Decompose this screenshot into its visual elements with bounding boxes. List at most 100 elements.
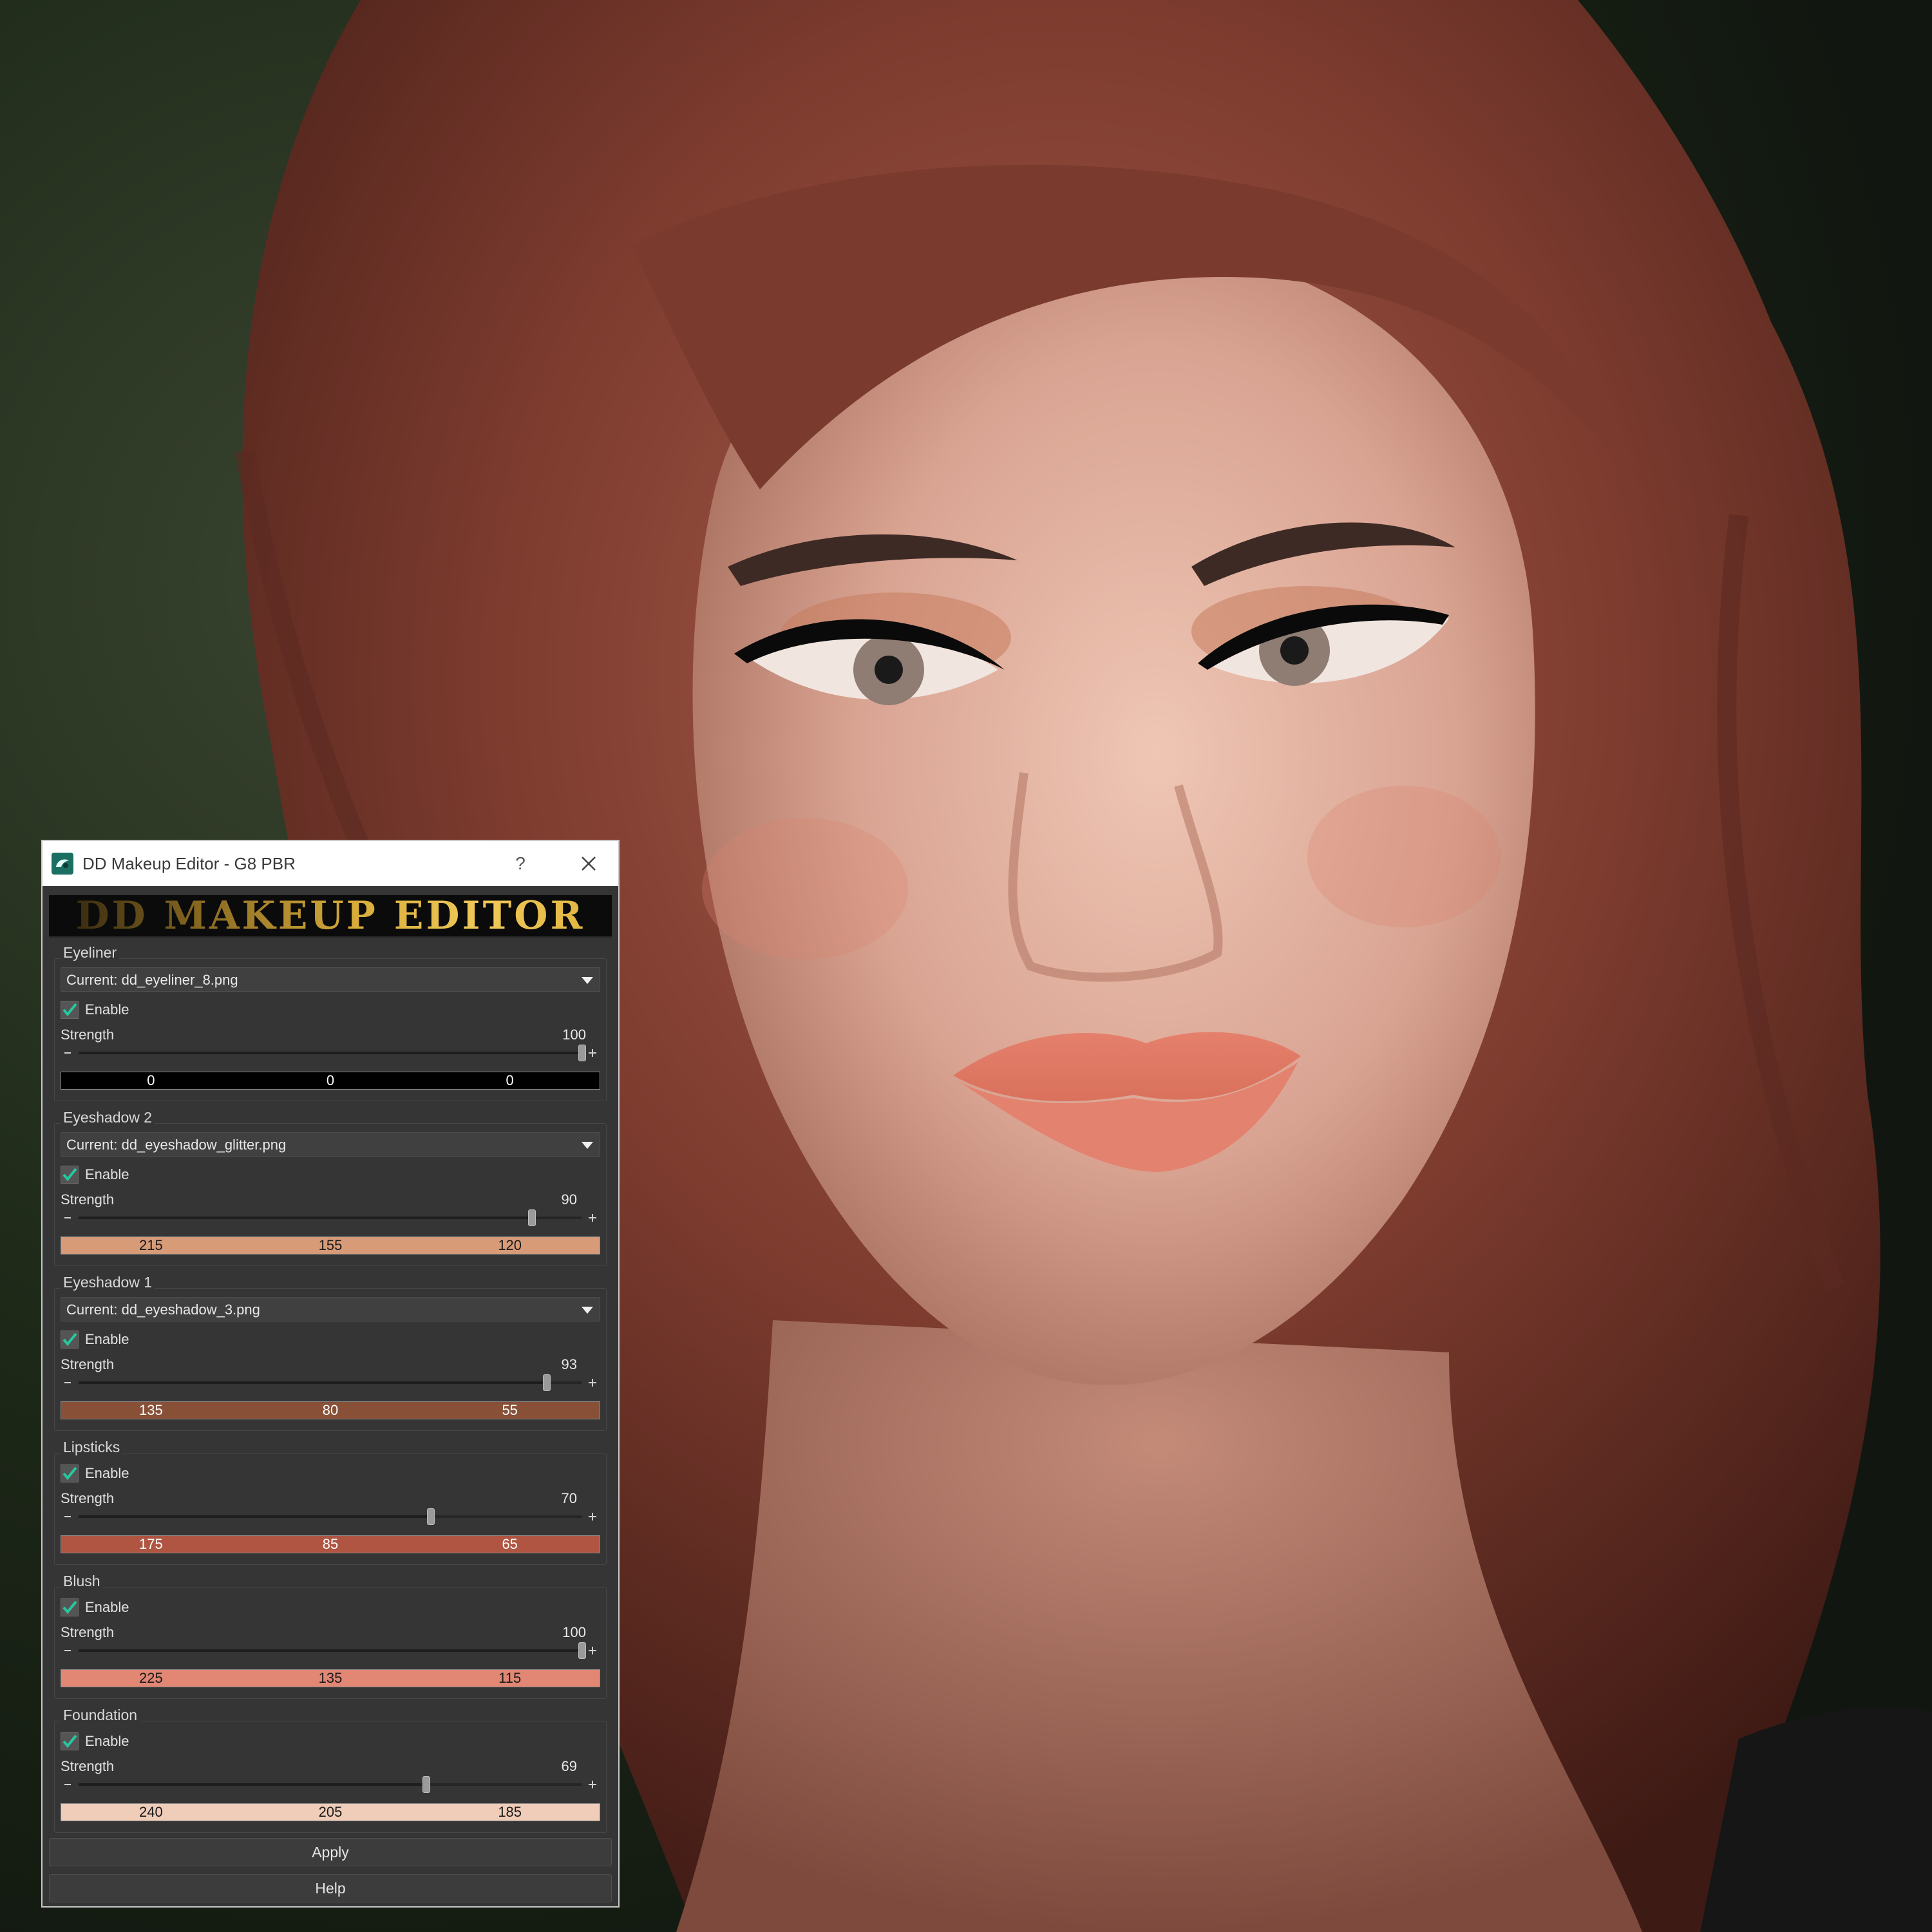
enable-checkbox[interactable] xyxy=(61,1464,79,1482)
section-foundation: Foundation Enable Strength 69 240 205 18… xyxy=(49,1707,612,1833)
color-bar[interactable]: 175 85 65 xyxy=(61,1535,600,1553)
help-icon[interactable]: ? xyxy=(507,853,533,874)
slider-handle[interactable] xyxy=(427,1508,435,1525)
strength-slider[interactable] xyxy=(61,1209,600,1227)
checkmark-icon xyxy=(62,1734,77,1748)
enable-row: Enable xyxy=(61,1731,129,1752)
color-bar[interactable]: 135 80 55 xyxy=(61,1401,600,1419)
enable-checkbox[interactable] xyxy=(61,1732,79,1750)
help-button[interactable]: Help xyxy=(49,1874,612,1902)
color-r[interactable]: 215 xyxy=(61,1237,241,1254)
slider-handle[interactable] xyxy=(578,1045,586,1061)
strength-value: 70 xyxy=(561,1490,577,1506)
banner: DD MAKEUP EDITOR xyxy=(49,893,612,938)
chevron-down-icon xyxy=(582,1142,593,1149)
enable-checkbox[interactable] xyxy=(61,1598,79,1616)
strength-slider[interactable] xyxy=(61,1045,600,1063)
color-g[interactable]: 155 xyxy=(241,1237,421,1254)
strength-slider[interactable] xyxy=(61,1642,600,1660)
dropdown-value: Current: dd_eyeshadow_glitter.png xyxy=(66,1137,287,1153)
color-g[interactable]: 80 xyxy=(241,1402,421,1419)
color-b[interactable]: 0 xyxy=(420,1072,600,1089)
close-button[interactable] xyxy=(574,849,603,878)
color-g[interactable]: 0 xyxy=(241,1072,421,1089)
strength-label: Strength xyxy=(61,1191,115,1208)
section-title: Eyeshadow 1 xyxy=(61,1274,155,1291)
color-b[interactable]: 55 xyxy=(420,1402,600,1419)
section-title: Eyeliner xyxy=(61,944,120,961)
enable-label: Enable xyxy=(85,1166,129,1182)
slider-handle[interactable] xyxy=(422,1776,430,1793)
checkmark-icon xyxy=(62,1332,77,1347)
color-b[interactable]: 115 xyxy=(420,1670,600,1687)
minus-icon[interactable] xyxy=(64,1052,71,1054)
section-title: Foundation xyxy=(61,1707,140,1724)
makeup-editor-dialog: DD Makeup Editor - G8 PBR ? DD MAKEUP ED… xyxy=(41,840,620,1908)
color-b[interactable]: 185 xyxy=(420,1804,600,1821)
minus-icon[interactable] xyxy=(64,1516,71,1517)
color-r[interactable]: 240 xyxy=(61,1804,241,1821)
enable-row: Enable xyxy=(61,1597,129,1618)
enable-row: Enable xyxy=(61,1463,129,1484)
strength-value: 69 xyxy=(561,1758,577,1774)
slider-handle[interactable] xyxy=(527,1209,536,1226)
checkmark-icon xyxy=(62,1168,77,1182)
minus-icon[interactable] xyxy=(64,1650,71,1651)
section-title: Lipsticks xyxy=(61,1439,123,1456)
minus-icon[interactable] xyxy=(64,1784,71,1785)
enable-checkbox[interactable] xyxy=(61,1331,79,1349)
section-blush: Blush Enable Strength 100 225 135 115 xyxy=(49,1573,612,1699)
strength-value: 90 xyxy=(561,1191,577,1208)
close-icon xyxy=(582,857,596,871)
strength-label: Strength xyxy=(61,1356,115,1372)
color-bar[interactable]: 240 205 185 xyxy=(61,1803,600,1821)
color-r[interactable]: 225 xyxy=(61,1670,241,1687)
minus-icon[interactable] xyxy=(64,1382,71,1383)
chevron-down-icon xyxy=(582,1307,593,1314)
enable-checkbox[interactable] xyxy=(61,1001,79,1019)
apply-button[interactable]: Apply xyxy=(49,1838,612,1866)
strength-value: 100 xyxy=(562,1027,586,1043)
strength-label: Strength xyxy=(61,1758,115,1774)
slider-handle[interactable] xyxy=(578,1642,586,1659)
color-bar[interactable]: 0 0 0 xyxy=(61,1072,600,1090)
enable-label: Enable xyxy=(85,1733,129,1749)
color-b[interactable]: 65 xyxy=(420,1536,600,1553)
slider-handle[interactable] xyxy=(543,1374,551,1391)
enable-label: Enable xyxy=(85,1599,129,1615)
section-title: Blush xyxy=(61,1573,103,1590)
section-eyeshadow-1: Eyeshadow 1 Current: dd_eyeshadow_3.png … xyxy=(49,1274,612,1431)
color-bar[interactable]: 225 135 115 xyxy=(61,1669,600,1687)
strength-label: Strength xyxy=(61,1027,115,1043)
strength-value: 93 xyxy=(561,1356,577,1372)
strength-slider[interactable] xyxy=(61,1374,600,1392)
color-r[interactable]: 135 xyxy=(61,1402,241,1419)
enable-row: Enable xyxy=(61,1329,129,1350)
color-r[interactable]: 0 xyxy=(61,1072,241,1089)
minus-icon[interactable] xyxy=(64,1217,71,1218)
checkmark-icon xyxy=(62,1466,77,1481)
strength-slider[interactable] xyxy=(61,1508,600,1526)
color-g[interactable]: 85 xyxy=(241,1536,421,1553)
dropdown-value: Current: dd_eyeliner_8.png xyxy=(66,972,238,988)
enable-row: Enable xyxy=(61,1164,129,1185)
section-eyeshadow-2: Eyeshadow 2 Current: dd_eyeshadow_glitte… xyxy=(49,1109,612,1266)
color-b[interactable]: 120 xyxy=(420,1237,600,1254)
eyeshadow-2-dropdown[interactable]: Current: dd_eyeshadow_glitter.png xyxy=(61,1132,600,1157)
app-icon xyxy=(52,853,73,875)
enable-label: Enable xyxy=(85,1001,129,1018)
color-bar[interactable]: 215 155 120 xyxy=(61,1236,600,1255)
dropdown-value: Current: dd_eyeshadow_3.png xyxy=(66,1302,260,1318)
color-r[interactable]: 175 xyxy=(61,1536,241,1553)
eyeshadow-1-dropdown[interactable]: Current: dd_eyeshadow_3.png xyxy=(61,1297,600,1321)
color-g[interactable]: 135 xyxy=(241,1670,421,1687)
eyeliner-dropdown[interactable]: Current: dd_eyeliner_8.png xyxy=(61,967,600,992)
chevron-down-icon xyxy=(582,977,593,984)
color-g[interactable]: 205 xyxy=(241,1804,421,1821)
section-lipsticks: Lipsticks Enable Strength 70 175 85 65 xyxy=(49,1439,612,1565)
section-eyeliner: Eyeliner Current: dd_eyeliner_8.png Enab… xyxy=(49,944,612,1101)
title-bar[interactable]: DD Makeup Editor - G8 PBR ? xyxy=(43,841,618,886)
strength-slider[interactable] xyxy=(61,1776,600,1794)
strength-label: Strength xyxy=(61,1490,115,1506)
enable-checkbox[interactable] xyxy=(61,1166,79,1184)
